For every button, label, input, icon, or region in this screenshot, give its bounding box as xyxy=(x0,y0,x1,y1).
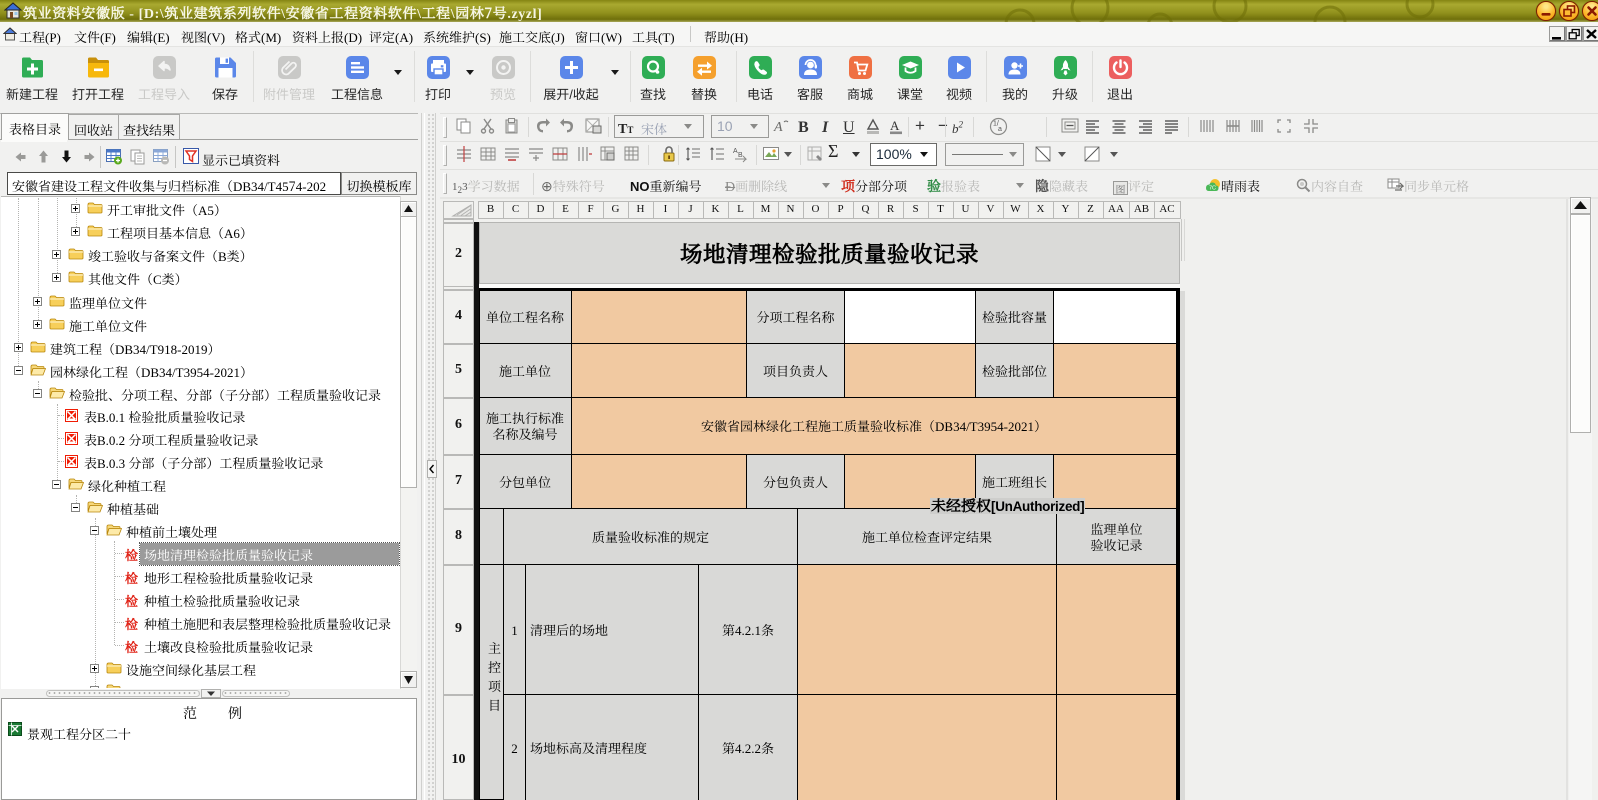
svg-text:7C: 7C xyxy=(1209,186,1216,192)
svg-text:a: a xyxy=(998,126,1002,133)
svg-text:A: A xyxy=(890,118,900,133)
svg-text:A: A xyxy=(773,120,783,135)
svg-text:B: B xyxy=(738,152,743,159)
